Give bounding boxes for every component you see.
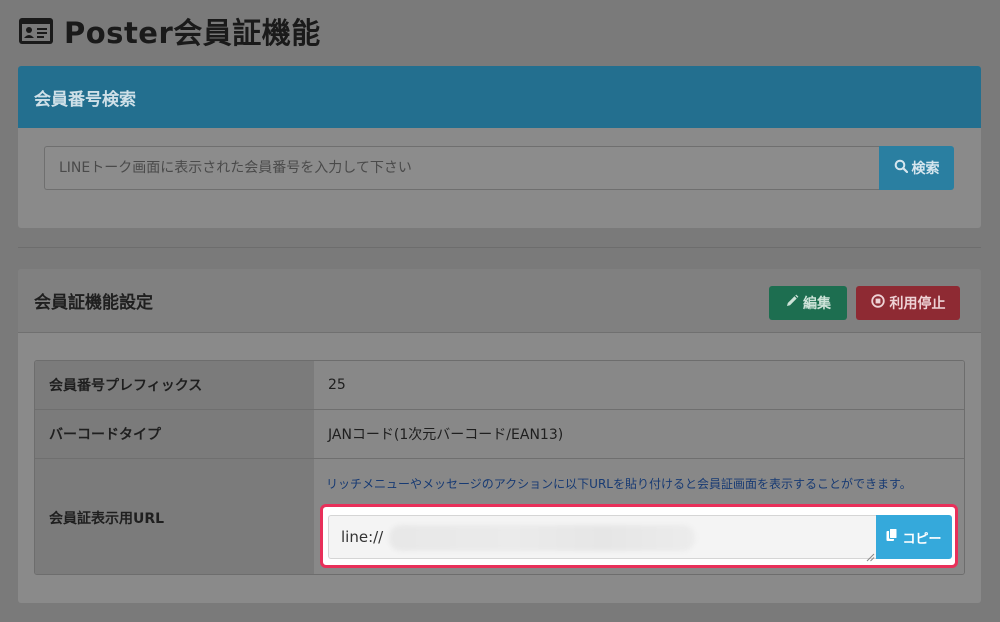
resize-handle-icon[interactable]	[865, 547, 875, 562]
copy-icon	[886, 528, 898, 546]
stop-usage-button-label: 利用停止	[889, 296, 946, 312]
search-icon	[894, 159, 908, 177]
pencil-icon	[785, 294, 799, 312]
stop-usage-button[interactable]: 利用停止	[856, 286, 960, 320]
member-search-row: 検索	[44, 146, 954, 190]
redacted-url-blur	[389, 525, 695, 551]
url-highlight-box: コピー	[320, 504, 958, 568]
member-search-header: 会員番号検索	[18, 66, 981, 128]
prefix-label: 会員番号プレフィックス	[35, 361, 314, 409]
member-search-title: 会員番号検索	[34, 89, 136, 110]
page-title: Poster会員証機能	[64, 16, 321, 50]
stop-circle-icon	[870, 294, 885, 312]
prefix-value: 25	[314, 361, 964, 409]
id-card-icon	[18, 17, 54, 45]
copy-button-label: コピー	[902, 531, 942, 547]
membership-settings-title: 会員証機能設定	[34, 293, 153, 313]
display-url-label: 会員証表示用URL	[35, 459, 314, 574]
display-url-hint: リッチメニューやメッセージのアクションに以下URLを貼り付けると会員証画面を表示…	[326, 477, 912, 491]
member-number-input[interactable]	[44, 146, 879, 190]
search-button[interactable]: 検索	[879, 146, 954, 190]
barcode-type-value: JANコード(1次元バーコード/EAN13)	[314, 410, 964, 458]
table-row: 会員番号プレフィックス 25	[35, 361, 964, 410]
search-button-label: 検索	[911, 161, 940, 177]
page-header: Poster会員証機能	[18, 10, 321, 52]
table-row: バーコードタイプ JANコード(1次元バーコード/EAN13)	[35, 410, 964, 459]
edit-button[interactable]: 編集	[769, 286, 847, 320]
membership-settings-header: 会員証機能設定 編集 利用停止	[18, 269, 981, 333]
copy-url-button[interactable]: コピー	[876, 515, 952, 559]
edit-button-label: 編集	[803, 296, 831, 312]
section-divider	[18, 247, 981, 248]
barcode-type-label: バーコードタイプ	[35, 410, 314, 458]
member-search-card: 会員番号検索 検索	[18, 66, 981, 228]
